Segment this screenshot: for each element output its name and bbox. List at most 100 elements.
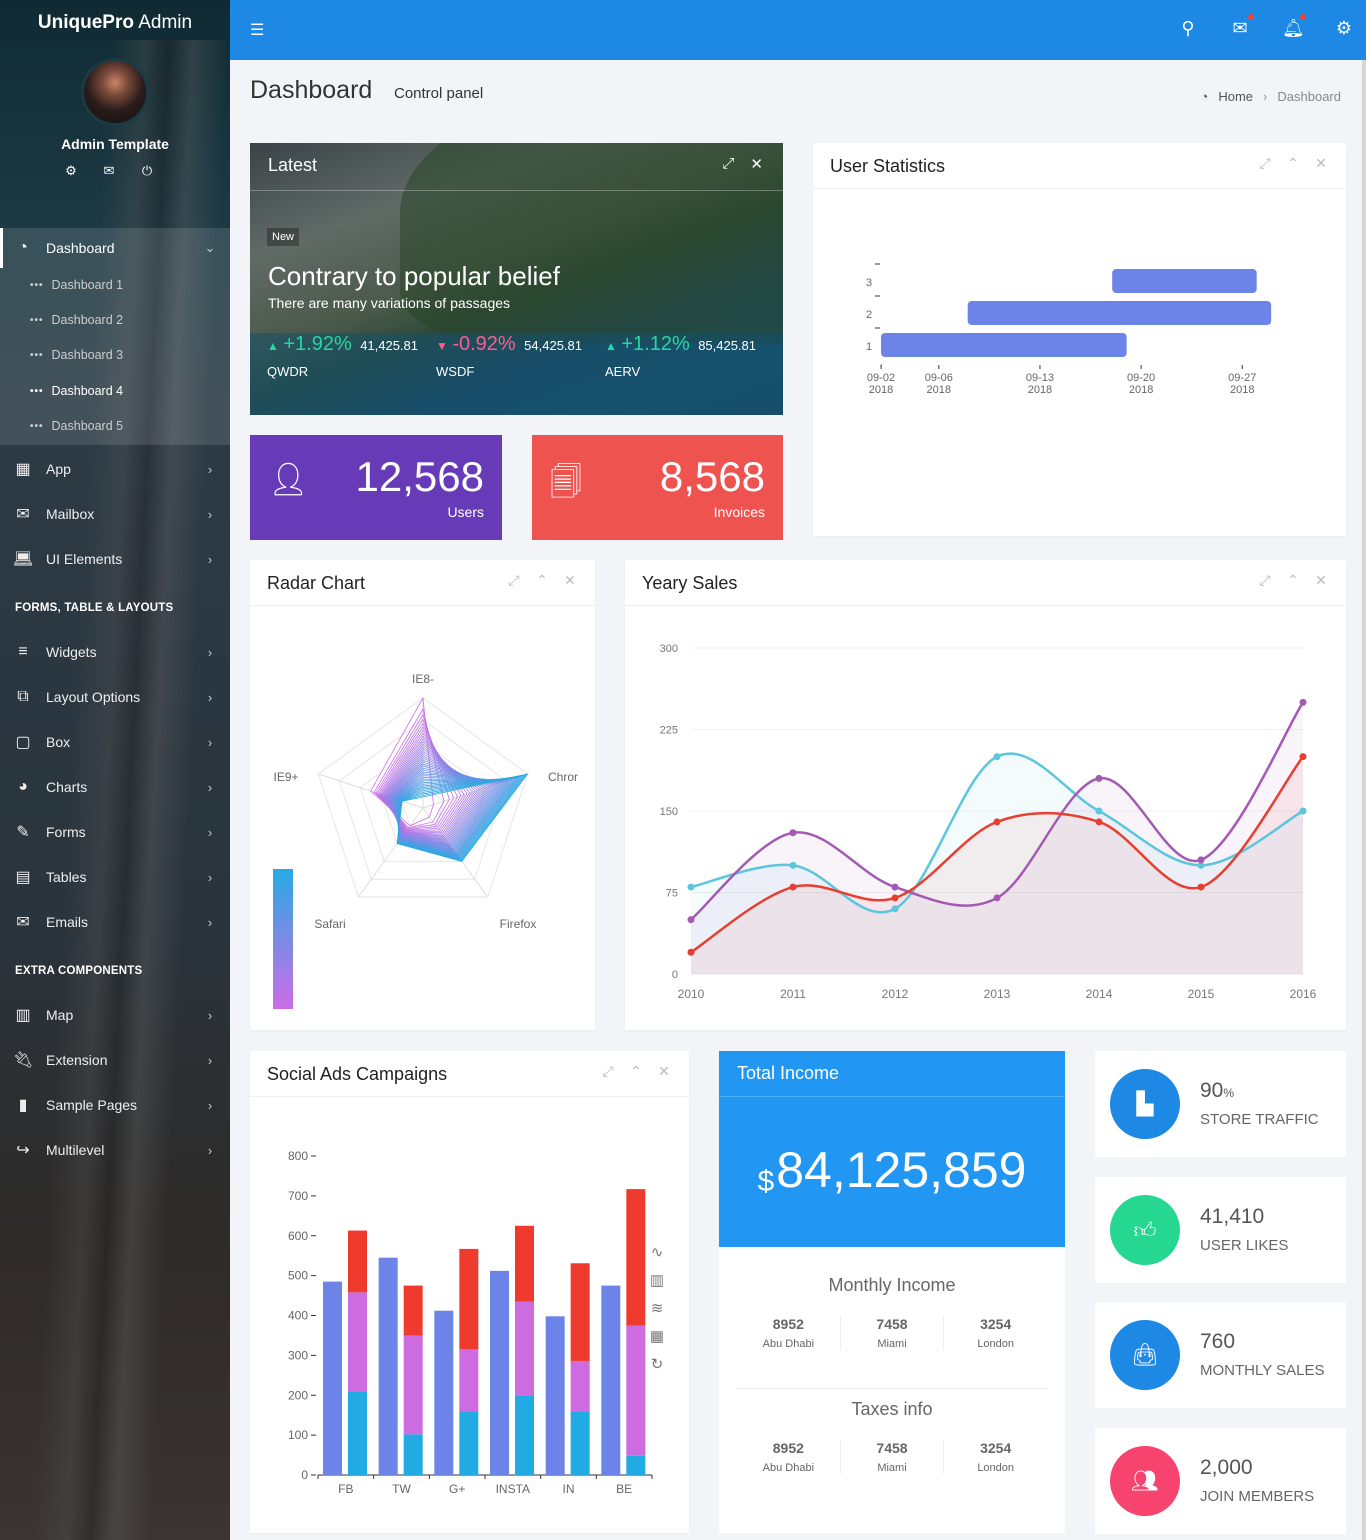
data-point <box>891 883 899 891</box>
subitem-label: Dashboard 1 <box>51 278 124 292</box>
sidebar-item-layout-options[interactable]: ⧉ Layout Options › <box>0 677 230 717</box>
bell-icon[interactable]: 🔔︎ <box>1282 14 1306 39</box>
sidebar-item-forms[interactable]: ✎ Forms › <box>0 812 230 852</box>
sidebar-item-label: Dashboard <box>46 240 115 256</box>
new-badge: New <box>267 228 300 246</box>
invoices-card: 🗐 8,568 Invoices <box>532 435 783 540</box>
triangle-down-icon: ▼ <box>436 339 448 353</box>
sidebar-subitem-dashboard-3[interactable]: ••• Dashboard 3 <box>30 348 123 362</box>
sidebar-item-charts[interactable]: ◕ Charts › <box>0 767 230 807</box>
stat-label: JOIN MEMBERS <box>1200 1488 1315 1505</box>
user-statistics-chart: 12309-02201809-06201809-13201809-2020180… <box>866 263 1272 396</box>
ticker-change: +1.92% <box>283 333 352 355</box>
range-bar-1 <box>881 333 1127 357</box>
close-icon[interactable]: ✕ <box>1314 572 1328 589</box>
collapse-chevron-up-icon[interactable]: ⌃ <box>629 1063 643 1080</box>
search-icon[interactable]: ⚲ <box>1178 18 1198 39</box>
sidebar-item-ui-elements[interactable]: 💻︎ UI Elements › <box>0 539 230 579</box>
expand-icon[interactable]: ⤢ <box>1258 155 1272 172</box>
dots-icon: ••• <box>30 279 44 291</box>
radar-indicator-label: Firefox <box>500 917 537 931</box>
sidebar-item-emails[interactable]: ✉ Emails › <box>0 902 230 942</box>
sidebar-item-map[interactable]: ▥ Map › <box>0 995 230 1035</box>
sidebar-item-tables[interactable]: ▤ Tables › <box>0 857 230 897</box>
stat-label: STORE TRAFFIC <box>1200 1111 1319 1128</box>
data-point <box>1299 807 1307 815</box>
collapse-chevron-up-icon[interactable]: ⌃ <box>1286 572 1300 589</box>
data-point <box>993 818 1001 826</box>
settings-gear-icon[interactable]: ⚙ <box>1334 18 1354 39</box>
y-tick-label: 0 <box>301 1468 308 1482</box>
brand-rest: Admin <box>133 12 193 33</box>
brand-bold: UniquePro <box>37 12 134 33</box>
chevron-right-icon: › <box>207 506 213 522</box>
sidebar-item-extension[interactable]: 🔌︎ Extension › <box>0 1040 230 1080</box>
chevron-right-icon: › <box>207 461 213 477</box>
y-tick-label: 75 <box>666 888 678 900</box>
close-icon[interactable]: ✕ <box>563 572 577 589</box>
sidebar-item-dashboard[interactable]: ◔ Dashboard ⌄ <box>0 228 230 268</box>
sidebar-item-label: Forms <box>46 824 86 840</box>
x-tick-label: 2018 <box>1129 384 1153 396</box>
power-icon[interactable]: ⏻ <box>140 163 154 179</box>
sidebar-item-app[interactable]: ▦ App › <box>0 449 230 489</box>
y-tick-label: 500 <box>288 1269 308 1283</box>
sidebar-item-multilevel[interactable]: ↪ Multilevel › <box>0 1130 230 1170</box>
breadcrumb-home[interactable]: Home <box>1218 89 1253 104</box>
expand-icon[interactable]: ⤢ <box>601 1063 615 1080</box>
chevron-right-icon: › <box>207 1142 213 1158</box>
y-tick-label: 700 <box>288 1189 308 1203</box>
tax-cell: 8952 Abu Dhabi <box>737 1440 841 1474</box>
bar-total <box>490 1270 509 1475</box>
bar-part-2 <box>348 1292 367 1392</box>
map-icon: ▥ <box>15 1007 31 1024</box>
ticker-value: 54,425.81 <box>524 338 583 353</box>
gear-icon[interactable]: ⚙ <box>64 163 78 179</box>
sidebar-subitem-dashboard-2[interactable]: ••• Dashboard 2 <box>30 313 123 327</box>
close-icon[interactable]: ✕ <box>1314 155 1328 172</box>
latest-description: There are many variations of passages <box>268 295 511 311</box>
sidebar-item-widgets[interactable]: ≡ Widgets › <box>0 632 230 672</box>
y-tick-label: 225 <box>660 725 678 737</box>
brand-logo[interactable]: UniquePro Admin <box>0 12 230 34</box>
x-tick-label: 09-13 <box>1026 372 1054 384</box>
dots-icon: ••• <box>30 349 44 361</box>
collapse-chevron-up-icon[interactable]: ⌃ <box>1286 155 1300 172</box>
notification-dot <box>1300 14 1306 20</box>
expand-icon[interactable]: ⤢ <box>1258 572 1272 589</box>
ticker-name: WSDF <box>436 364 475 379</box>
laptop-icon: 💻︎ <box>12 551 34 568</box>
envelope-icon[interactable]: ✉ <box>102 163 116 179</box>
x-tick-label: INSTA <box>496 1482 530 1496</box>
sidebar-item-box[interactable]: ▢ Box › <box>0 722 230 762</box>
expand-icon[interactable]: ⤢ <box>722 155 734 173</box>
hamburger-menu-icon[interactable]: ☰ <box>250 20 264 40</box>
collapse-chevron-up-icon[interactable]: ⌃ <box>535 572 549 589</box>
stat-value: 90 <box>1200 1079 1224 1102</box>
box-title: Radar Chart <box>267 573 366 593</box>
divider <box>737 1388 1047 1389</box>
square-icon: ▢ <box>15 734 31 751</box>
user-likes-card: 👍︎ 41,410 USER LIKES <box>1095 1177 1346 1283</box>
sidebar-subitem-dashboard-5[interactable]: ••• Dashboard 5 <box>30 419 123 433</box>
invoices-label: Invoices <box>713 504 765 520</box>
income-value: 7458 <box>876 1316 908 1332</box>
dots-icon: ••• <box>30 420 44 432</box>
sidebar-item-mailbox[interactable]: ✉ Mailbox › <box>0 494 230 534</box>
social-ads-box: Social Ads Campaigns ⤢ ⌃ ✕ 0 100 200 300 400 50… <box>250 1051 689 1533</box>
sidebar-subitem-dashboard-1[interactable]: ••• Dashboard 1 <box>30 278 123 292</box>
sidebar-item-sample-pages[interactable]: ▮ Sample Pages › <box>0 1085 230 1125</box>
mail-icon[interactable]: ✉ <box>1230 14 1254 39</box>
radar-axis <box>357 807 424 898</box>
chevron-down-icon: ⌄ <box>204 240 216 255</box>
page-scrollbar[interactable] <box>1362 60 1366 1540</box>
sidebar-item-label: Tables <box>46 869 87 885</box>
income-city: London <box>977 1338 1015 1350</box>
close-icon[interactable]: ✕ <box>750 155 763 173</box>
avatar[interactable] <box>81 58 149 126</box>
sidebar-subitem-dashboard-4[interactable]: ••• Dashboard 4 <box>30 384 123 398</box>
close-icon[interactable]: ✕ <box>657 1063 671 1080</box>
chevron-right-icon: › <box>207 1007 213 1023</box>
y-tick-label: 100 <box>288 1428 308 1442</box>
expand-icon[interactable]: ⤢ <box>507 572 521 589</box>
